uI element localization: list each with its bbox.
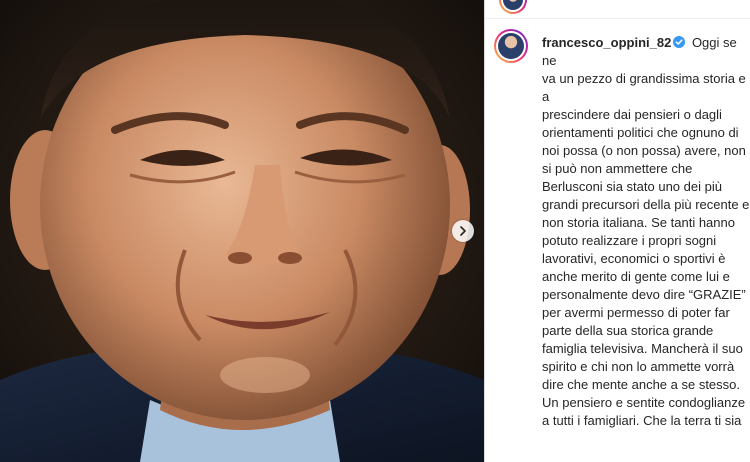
profile-avatar — [503, 0, 523, 10]
instagram-post-view: francesco_oppini_82 Oggi se ne va un pez… — [0, 0, 750, 462]
caption-avatar[interactable] — [494, 29, 528, 63]
avatar-ring — [496, 31, 526, 61]
post-header — [485, 0, 750, 19]
header-avatar[interactable] — [499, 0, 527, 14]
post-caption: francesco_oppini_82 Oggi se ne va un pez… — [542, 34, 750, 430]
avatar-ring — [501, 0, 525, 12]
portrait-image — [0, 0, 484, 462]
chevron-right-icon — [460, 226, 466, 236]
carousel-next-button[interactable] — [452, 220, 474, 242]
post-photo[interactable] — [0, 0, 484, 462]
caption-username[interactable]: francesco_oppini_82 — [542, 35, 671, 50]
profile-avatar — [498, 33, 524, 59]
verified-badge-icon — [673, 36, 686, 48]
post-side-panel: francesco_oppini_82 Oggi se ne va un pez… — [485, 0, 750, 462]
caption-body: va un pezzo di grandissima storia e a pr… — [542, 71, 750, 428]
